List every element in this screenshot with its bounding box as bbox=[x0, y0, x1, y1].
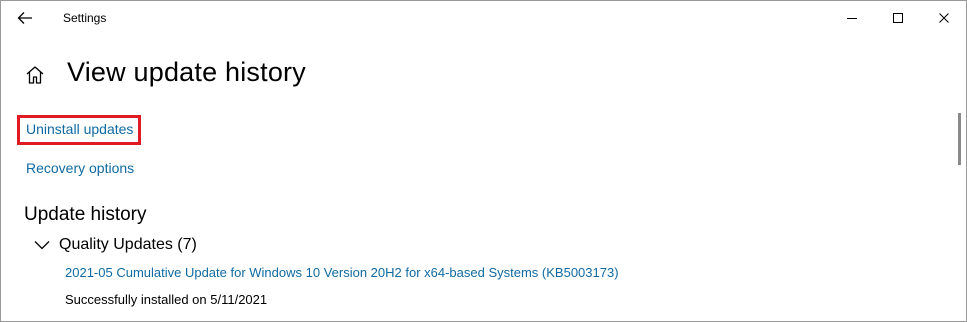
page-title: View update history bbox=[67, 57, 306, 87]
recovery-options-link[interactable]: Recovery options bbox=[26, 160, 134, 176]
window-title: Settings bbox=[63, 11, 107, 25]
group-label: Quality Updates (7) bbox=[59, 236, 197, 253]
update-item-status: Successfully installed on 5/11/2021 bbox=[65, 292, 268, 307]
update-item-link[interactable]: 2021-05 Cumulative Update for Windows 10… bbox=[65, 265, 619, 280]
back-button[interactable] bbox=[7, 4, 43, 32]
home-button[interactable] bbox=[24, 64, 46, 86]
back-arrow-icon bbox=[17, 12, 32, 24]
close-icon bbox=[939, 13, 949, 23]
close-button[interactable] bbox=[921, 1, 966, 35]
maximize-icon bbox=[893, 13, 903, 23]
settings-window: Settings View update history Uninstall u… bbox=[0, 0, 967, 322]
title-bar: Settings bbox=[1, 1, 966, 35]
home-icon bbox=[26, 66, 44, 84]
uninstall-updates-link[interactable]: Uninstall updates bbox=[26, 121, 133, 137]
minimize-button[interactable] bbox=[829, 1, 875, 35]
update-history-heading: Update history bbox=[24, 204, 147, 225]
minimize-icon bbox=[847, 18, 857, 19]
quality-updates-group[interactable]: Quality Updates (7) bbox=[33, 234, 197, 256]
scrollbar-thumb[interactable] bbox=[958, 113, 961, 165]
chevron-down-icon bbox=[34, 241, 50, 250]
maximize-button[interactable] bbox=[875, 1, 921, 35]
